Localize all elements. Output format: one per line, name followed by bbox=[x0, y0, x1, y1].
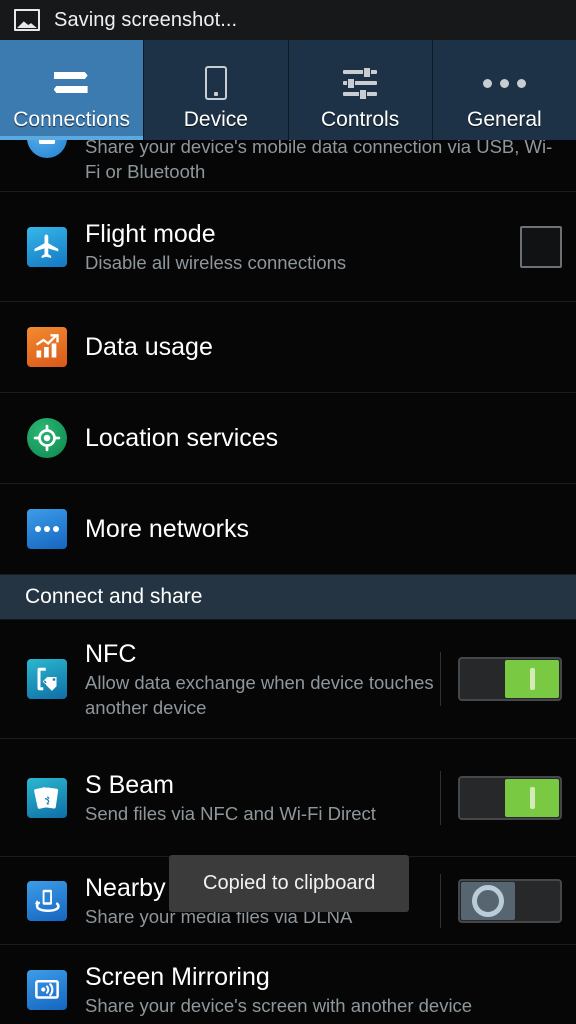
settings-tab-bar: Connections Device Controls General bbox=[0, 40, 576, 140]
more-networks-dots-icon bbox=[27, 509, 67, 549]
status-bar-text: Saving screenshot... bbox=[54, 8, 238, 31]
list-item-s-beam-title: S Beam bbox=[85, 770, 174, 799]
list-item-screen-mirroring-title: Screen Mirroring bbox=[85, 963, 270, 991]
data-usage-chart-icon bbox=[27, 327, 67, 367]
list-item-tethering[interactable]: Share your device's mobile data connecti… bbox=[0, 140, 576, 192]
tab-connections[interactable]: Connections bbox=[0, 40, 145, 140]
tab-controls-label: Controls bbox=[321, 108, 400, 131]
list-item-data-usage-title: Data usage bbox=[85, 332, 213, 361]
section-header-connect-and-share: Connect and share bbox=[0, 575, 576, 620]
three-dots-icon bbox=[481, 61, 527, 105]
list-item-s-beam-subtitle: Send files via NFC and Wi-Fi Direct bbox=[85, 802, 376, 824]
s-beam-divider bbox=[440, 770, 441, 825]
tab-device[interactable]: Device bbox=[144, 40, 289, 140]
tethering-icon bbox=[27, 140, 67, 158]
nearby-devices-toggle[interactable] bbox=[458, 878, 562, 923]
list-item-data-usage[interactable]: Data usage bbox=[0, 302, 576, 393]
status-bar: Saving screenshot... bbox=[0, 0, 576, 40]
list-item-nfc-title: NFC bbox=[85, 639, 137, 668]
phone-icon bbox=[193, 61, 239, 105]
sliders-icon bbox=[337, 61, 383, 105]
nearby-devices-divider bbox=[440, 873, 441, 928]
list-item-tethering-subtitle: Share your device's mobile data connecti… bbox=[85, 140, 553, 182]
list-item-more-networks[interactable]: More networks bbox=[0, 484, 576, 575]
list-item-location-services-title: Location services bbox=[85, 423, 279, 452]
list-item-screen-mirroring-subtitle: Share your device's screen with another … bbox=[85, 995, 473, 1016]
nfc-tag-icon bbox=[27, 659, 67, 699]
tab-general-label: General bbox=[467, 108, 542, 131]
list-item-flight-mode[interactable]: Flight mode Disable all wireless connect… bbox=[0, 192, 576, 302]
settings-screen: Saving screenshot... Connections Device bbox=[0, 0, 576, 1024]
location-target-icon bbox=[27, 418, 67, 458]
nfc-divider bbox=[440, 652, 441, 706]
s-beam-icon bbox=[27, 777, 67, 818]
list-item-flight-mode-subtitle: Disable all wireless connections bbox=[85, 251, 347, 273]
list-item-screen-mirroring[interactable]: Screen Mirroring Share your device's scr… bbox=[0, 945, 576, 1024]
tab-general[interactable]: General bbox=[432, 40, 576, 140]
airplane-icon bbox=[27, 226, 67, 267]
list-item-s-beam[interactable]: S Beam Send files via NFC and Wi-Fi Dire… bbox=[0, 739, 576, 857]
screen-mirroring-icon bbox=[27, 970, 67, 1010]
list-item-more-networks-title: More networks bbox=[85, 514, 249, 543]
tab-controls[interactable]: Controls bbox=[288, 40, 433, 140]
tab-connections-label: Connections bbox=[13, 108, 130, 131]
list-item-nfc-subtitle: Allow data exchange when device touches … bbox=[85, 671, 434, 718]
toast-message: Copied to clipboard bbox=[169, 855, 410, 912]
list-item-flight-mode-title: Flight mode bbox=[85, 219, 216, 248]
tab-device-label: Device bbox=[183, 108, 248, 131]
nfc-toggle[interactable] bbox=[458, 657, 562, 701]
two-way-arrows-icon bbox=[49, 61, 95, 105]
list-item-location-services[interactable]: Location services bbox=[0, 393, 576, 484]
flight-mode-checkbox[interactable] bbox=[520, 225, 562, 268]
s-beam-toggle[interactable] bbox=[458, 775, 562, 820]
list-item-nfc[interactable]: NFC Allow data exchange when device touc… bbox=[0, 620, 576, 739]
image-saving-icon bbox=[14, 9, 40, 31]
nearby-devices-icon bbox=[27, 880, 67, 921]
